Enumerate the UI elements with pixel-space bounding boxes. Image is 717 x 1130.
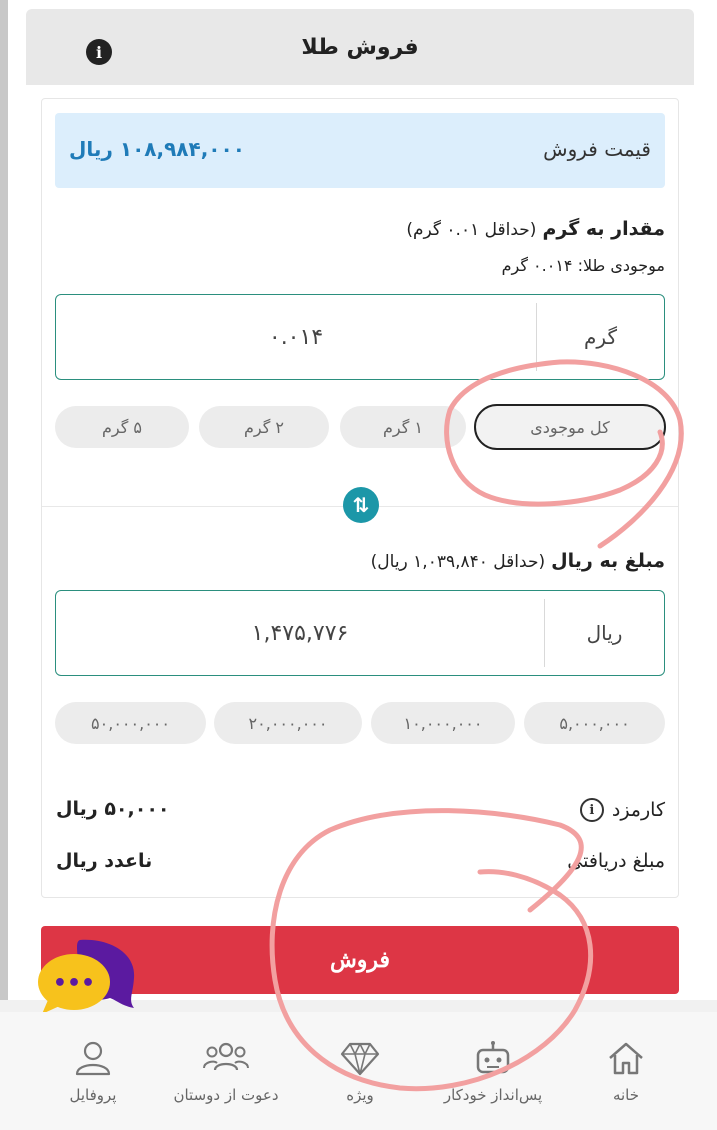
chip-50m-rial[interactable]: ۵۰,۰۰۰,۰۰۰ — [55, 702, 206, 744]
nav-item-profile[interactable]: پروفایل — [23, 1012, 163, 1130]
user-icon — [75, 1041, 111, 1076]
chip-1-gram[interactable]: ۱ گرم — [340, 406, 466, 448]
swap-vertical-icon[interactable]: ⇅ — [343, 487, 379, 523]
page-title: فروش طلا — [301, 35, 419, 60]
nav-item-home[interactable]: خانه — [556, 1012, 696, 1130]
home-icon — [609, 1042, 643, 1075]
diamond-icon — [340, 1042, 380, 1076]
grams-min-hint: (حداقل ۰.۰۱ گرم) — [406, 220, 537, 240]
nav-label-invite: دعوت از دوستان — [173, 1086, 279, 1104]
nav-label-auto-save: پس‌انداز خودکار — [443, 1086, 543, 1104]
nav-item-invite[interactable]: دعوت از دوستان — [156, 1012, 296, 1130]
fee-info-icon[interactable]: i — [579, 798, 604, 822]
nav-label-special: ویژه — [346, 1086, 374, 1104]
rial-min-hint: (حداقل ۱,۰۳۹,۸۴۰ ریال) — [370, 552, 546, 572]
grams-unit-label: گرم — [536, 303, 664, 371]
page-header: فروش طلا i — [26, 9, 694, 85]
nav-item-special[interactable]: ویژه — [290, 1012, 430, 1130]
received-label-text: مبلغ دریافتی — [567, 850, 665, 872]
chip-20m-rial[interactable]: ۲۰,۰۰۰,۰۰۰ — [214, 702, 362, 744]
sell-price-value: ۱۰۸,۹۸۴,۰۰۰ ریال — [69, 137, 245, 161]
chip-2-gram[interactable]: ۲ گرم — [199, 406, 329, 448]
nav-item-auto-save[interactable]: پس‌انداز خودکار — [423, 1012, 563, 1130]
nav-label-home: خانه — [612, 1086, 640, 1104]
rial-input[interactable]: ریال ۱,۴۷۵,۷۷۶ — [55, 590, 665, 676]
bottom-nav: خانه پس‌انداز خودکار ویژه دعوت از — [0, 1012, 717, 1130]
chip-5m-rial[interactable]: ۵,۰۰۰,۰۰۰ — [524, 702, 665, 744]
fee-row-label: کارمزد i — [579, 798, 665, 822]
nav-label-profile: پروفایل — [69, 1086, 117, 1104]
grams-input-value[interactable]: ۰.۰۱۴ — [56, 295, 536, 379]
chip-all-balance[interactable]: کل موجودی — [474, 404, 666, 450]
rial-title: مبلغ به ریال — [551, 550, 665, 572]
info-icon[interactable]: i — [86, 39, 112, 65]
rial-unit-label: ریال — [544, 599, 664, 667]
fee-label: کارمزد — [611, 799, 665, 821]
people-icon — [203, 1042, 249, 1071]
rial-section-title: مبلغ به ریال (حداقل ۱,۰۳۹,۸۴۰ ریال) — [371, 550, 665, 572]
robot-icon — [476, 1041, 510, 1074]
left-edge — [0, 0, 8, 1000]
sell-price-label: قیمت فروش — [543, 137, 651, 161]
received-value: ناعدد ریال — [56, 850, 153, 872]
grams-section-title: مقدار به گرم (حداقل ۰.۰۱ گرم) — [406, 218, 665, 240]
rial-input-value[interactable]: ۱,۴۷۵,۷۷۶ — [56, 591, 544, 675]
chat-dots: ••• — [53, 971, 95, 996]
received-label: مبلغ دریافتی — [567, 850, 665, 872]
fee-value: ۵۰,۰۰۰ ریال — [56, 798, 170, 820]
sell-price-box: قیمت فروش ۱۰۸,۹۸۴,۰۰۰ ریال — [55, 113, 665, 188]
chip-5-gram[interactable]: ۵ گرم — [55, 406, 189, 448]
grams-title: مقدار به گرم — [542, 218, 665, 240]
chip-10m-rial[interactable]: ۱۰,۰۰۰,۰۰۰ — [371, 702, 515, 744]
gold-balance-note: موجودی طلا: ۰.۰۱۴ گرم — [501, 256, 665, 275]
chat-support-icon[interactable]: ••• — [30, 934, 140, 1014]
grams-input[interactable]: گرم ۰.۰۱۴ — [55, 294, 665, 380]
